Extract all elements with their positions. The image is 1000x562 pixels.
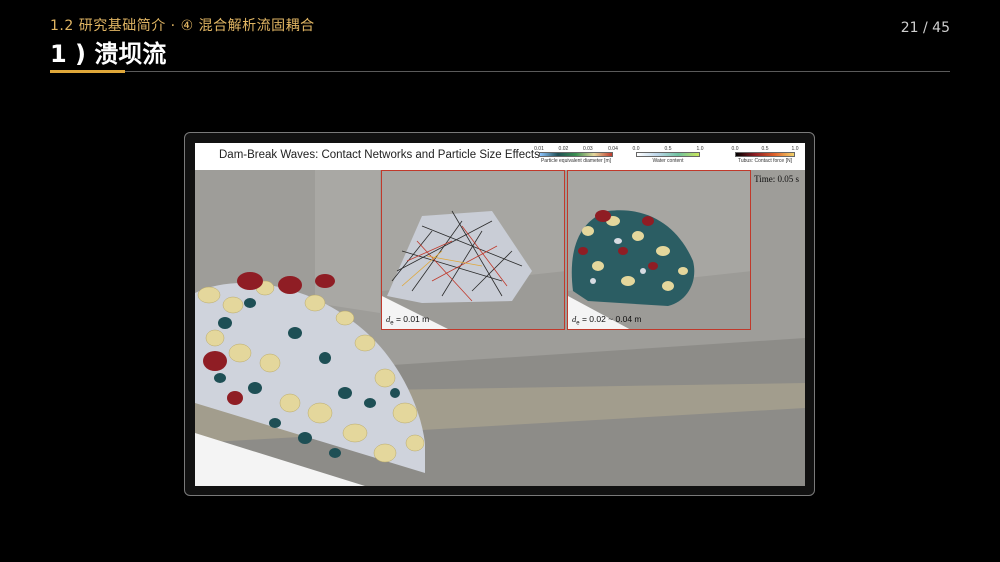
title-divider [50, 71, 950, 72]
colorbar-force: 0.0 0.5 1.0 Tubus: Contact force [N] [731, 146, 799, 164]
figure-header: Dam-Break Waves: Contact Networks and Pa… [195, 143, 805, 170]
colorbar-force-label: Tubus: Contact force [N] [737, 158, 792, 164]
title-accent-bar [50, 70, 125, 73]
slide-subtitle: 1.2 研究基础简介 · ④ 混合解析流固耦合 [50, 18, 315, 34]
simulation-screen: de = 0.01 m de = 0.02 ~ 0.04 m Dam-Break… [195, 143, 805, 486]
inset-2-label: de = 0.02 ~ 0.04 m [572, 314, 642, 327]
colorbar-diameter: 0.01 0.02 0.03 0.04 Particle equivalent … [534, 146, 618, 164]
colorbar-diameter-label: Particle equivalent diameter [m] [540, 158, 612, 164]
colorbar-water: 0.0 0.5 1.0 Water content [632, 146, 704, 164]
inset-1-label: de = 0.01 m [386, 314, 430, 327]
page-number: 21 / 45 [900, 20, 950, 36]
colorbar-water-label: Water content [652, 158, 684, 164]
contact-network-graphic [382, 210, 564, 329]
figure-title: Dam-Break Waves: Contact Networks and Pa… [219, 149, 540, 161]
particle-size-graphic [568, 210, 750, 329]
inset-contact-network: de = 0.01 m [381, 170, 565, 330]
inset-particle-size: de = 0.02 ~ 0.04 m [567, 170, 751, 330]
simulation-time: Time: 0.05 s [754, 174, 799, 184]
video-frame[interactable]: de = 0.01 m de = 0.02 ~ 0.04 m Dam-Break… [184, 132, 815, 496]
slide-title: 1 ) 溃坝流 [50, 40, 167, 68]
